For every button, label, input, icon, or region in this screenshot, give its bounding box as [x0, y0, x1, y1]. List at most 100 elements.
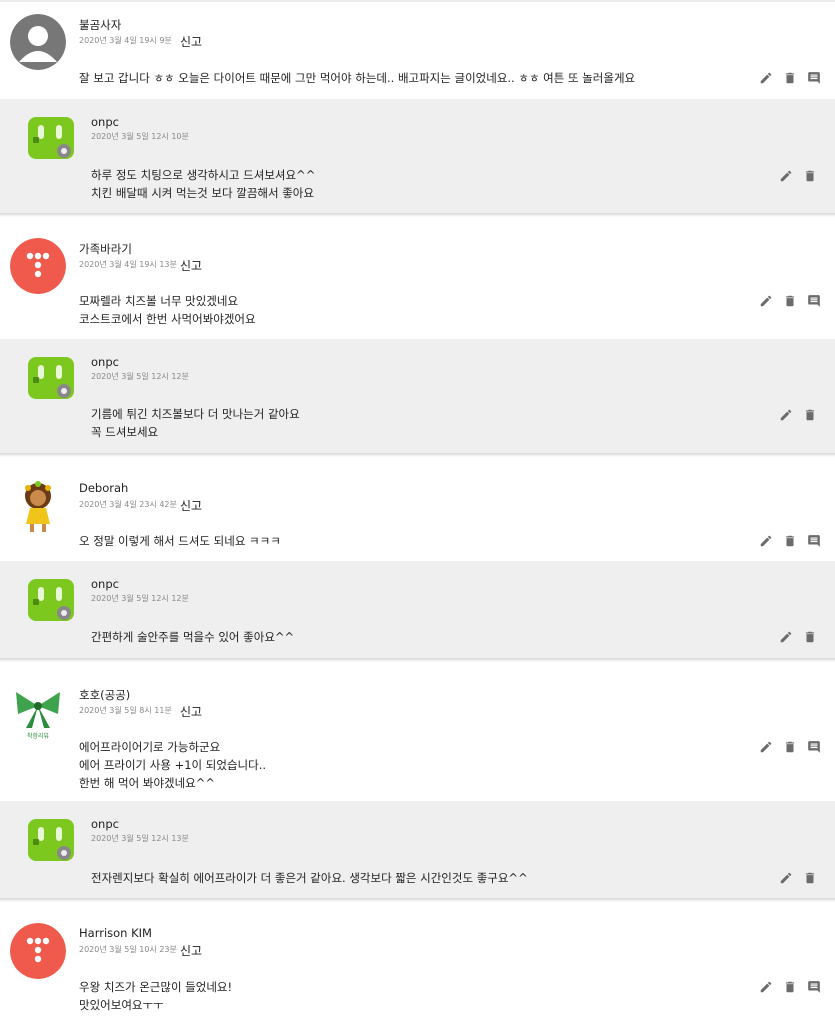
- trash-icon[interactable]: [801, 869, 819, 887]
- reply-body: 기름에 튀긴 치즈볼보다 더 맛나는거 같아요 꼭 드셔보세요: [91, 405, 300, 441]
- green-ribbon-avatar-icon: 착함리뷰: [10, 684, 66, 740]
- trash-icon[interactable]: [781, 978, 799, 996]
- comment-line: 코스트코에서 한번 사먹어봐야겠어요: [79, 312, 256, 326]
- comment-icon[interactable]: [805, 738, 823, 756]
- reply-author[interactable]: onpc: [91, 355, 119, 369]
- comment-icon[interactable]: [805, 69, 823, 87]
- avatar[interactable]: [24, 351, 78, 405]
- reply-line: 기름에 튀긴 치즈볼보다 더 맛나는거 같아요: [91, 407, 300, 421]
- trash-icon[interactable]: [781, 532, 799, 550]
- comment-line: 에어프라이어기로 가능하군요: [79, 740, 221, 754]
- trash-icon[interactable]: [781, 69, 799, 87]
- comment-line: 에어 프라이기 사용 +1이 되었습니다..: [79, 758, 267, 772]
- reply-body: 간편하게 술안주를 먹을수 있어 좋아요^^: [91, 628, 294, 646]
- comment-item: 가족바라기 2020년 3월 4일 19시 13분 신고 모짜렐라 치즈볼 너무…: [0, 226, 835, 339]
- comment-icon[interactable]: [805, 532, 823, 550]
- comment-date: 2020년 3월 4일 23시 42분: [79, 500, 177, 509]
- reply-line: 간편하게 술안주를 먹을수 있어 좋아요^^: [91, 630, 295, 644]
- reply-author[interactable]: onpc: [91, 817, 119, 831]
- report-button[interactable]: 신고: [180, 942, 202, 959]
- reply-actions: [777, 167, 819, 185]
- comment-line: 오 정말 이렇게 해서 드셔도 되네요 ㅋㅋㅋ: [79, 534, 281, 548]
- reply-date: 2020년 3월 5일 12시 12분: [91, 594, 189, 603]
- trash-icon[interactable]: [801, 406, 819, 424]
- reply-date: 2020년 3월 5일 12시 12분: [91, 372, 189, 381]
- robot-avatar-icon: [28, 819, 74, 861]
- avatar[interactable]: [10, 14, 66, 70]
- comment-body: 오 정말 이렇게 해서 드셔도 되네요 ㅋㅋㅋ: [79, 532, 281, 550]
- pencil-icon[interactable]: [757, 69, 775, 87]
- reply-item: onpc 2020년 3월 5일 12시 12분 간편하게 술안주를 먹을수 있…: [0, 561, 835, 658]
- avatar[interactable]: [24, 573, 78, 627]
- comment-author[interactable]: Harrison KIM: [79, 926, 152, 940]
- reply-item: onpc 2020년 3월 5일 12시 12분 기름에 튀긴 치즈볼보다 더 …: [0, 339, 835, 453]
- pencil-icon[interactable]: [757, 532, 775, 550]
- avatar-caption: 착함리뷰: [27, 732, 50, 740]
- red-dots-avatar-icon: [10, 923, 66, 979]
- comment-date: 2020년 3월 5일 8시 11분: [79, 706, 172, 715]
- comment-date: 2020년 3월 4일 19시 13분: [79, 260, 177, 269]
- reply-date: 2020년 3월 5일 12시 10분: [91, 132, 189, 141]
- comment-actions: [757, 69, 823, 87]
- comment-actions: [757, 532, 823, 550]
- comment-item: 불곰사자 2020년 3월 4일 19시 9분 신고 잘 보고 갑니다 ㅎㅎ 오…: [0, 2, 835, 99]
- pencil-icon[interactable]: [777, 406, 795, 424]
- comment-item: Deborah 2020년 3월 4일 23시 42분 신고 오 정말 이렇게 …: [0, 466, 835, 561]
- comment-line: 잘 보고 갑니다 ㅎㅎ 오늘은 다이어트 때문에 그만 먹어야 하는데.. 배고…: [79, 71, 636, 85]
- comment-line: 우왕 치즈가 온근많이 들었네요!: [79, 980, 233, 994]
- comment-author[interactable]: 불곰사자: [79, 17, 121, 33]
- pencil-icon[interactable]: [777, 869, 795, 887]
- reply-body: 전자렌지보다 확실히 에어프라이가 더 좋은거 같아요. 생각보다 짧은 시간인…: [91, 869, 528, 887]
- avatar[interactable]: [24, 111, 78, 165]
- reply-line: 하루 정도 치팅으로 생각하시고 드셔보셔요^^: [91, 168, 316, 182]
- reply-actions: [777, 628, 819, 646]
- reply-body: 하루 정도 치팅으로 생각하시고 드셔보셔요^^ 치킨 배달때 시켜 먹는것 보…: [91, 166, 315, 202]
- pencil-icon[interactable]: [757, 978, 775, 996]
- comment-date: 2020년 3월 4일 19시 9분: [79, 36, 172, 45]
- trash-icon[interactable]: [781, 738, 799, 756]
- comment-item: Harrison KIM 2020년 3월 5일 10시 23분 신고 우왕 치…: [0, 911, 835, 1024]
- trash-icon[interactable]: [801, 167, 819, 185]
- comment-body: 에어프라이어기로 가능하군요 에어 프라이기 사용 +1이 되었습니다.. 한번…: [79, 738, 266, 792]
- reply-actions: [777, 869, 819, 887]
- robot-avatar-icon: [28, 357, 74, 399]
- reply-line: 치킨 배달때 시켜 먹는것 보다 깔끔해서 좋아요: [91, 186, 314, 200]
- red-dots-avatar-icon: [10, 238, 66, 294]
- comment-actions: [757, 978, 823, 996]
- comment-author[interactable]: 가족바라기: [79, 241, 132, 257]
- avatar[interactable]: [10, 238, 66, 294]
- comment-actions: [757, 292, 823, 310]
- report-button[interactable]: 신고: [180, 497, 202, 514]
- report-button[interactable]: 신고: [180, 33, 202, 50]
- pencil-icon[interactable]: [757, 738, 775, 756]
- reply-line: 전자렌지보다 확실히 에어프라이가 더 좋은거 같아요. 생각보다 짧은 시간인…: [91, 871, 528, 885]
- divider: [0, 898, 835, 902]
- comment-icon[interactable]: [805, 292, 823, 310]
- avatar[interactable]: [10, 478, 66, 534]
- pencil-icon[interactable]: [777, 167, 795, 185]
- comment-body: 우왕 치즈가 온근많이 들었네요! 맛있어보여요ㅜㅜ: [79, 978, 232, 1014]
- robot-avatar-icon: [28, 579, 74, 621]
- reply-item: onpc 2020년 3월 5일 12시 13분 전자렌지보다 확실히 에어프라…: [0, 801, 835, 898]
- reply-date: 2020년 3월 5일 12시 13분: [91, 834, 189, 843]
- default-person-icon: [10, 14, 66, 70]
- avatar[interactable]: [24, 813, 78, 867]
- avatar[interactable]: [10, 923, 66, 979]
- divider: [0, 453, 835, 457]
- comment-author[interactable]: Deborah: [79, 481, 128, 495]
- pencil-icon[interactable]: [757, 292, 775, 310]
- comment-icon[interactable]: [805, 978, 823, 996]
- trash-icon[interactable]: [781, 292, 799, 310]
- comment-body: 잘 보고 갑니다 ㅎㅎ 오늘은 다이어트 때문에 그만 먹어야 하는데.. 배고…: [79, 69, 635, 87]
- comment-author[interactable]: 호호(공공): [79, 687, 130, 703]
- reply-author[interactable]: onpc: [91, 115, 119, 129]
- divider: [0, 658, 835, 662]
- comment-actions: [757, 738, 823, 756]
- comment-date: 2020년 3월 5일 10시 23분: [79, 945, 177, 954]
- pencil-icon[interactable]: [777, 628, 795, 646]
- reply-author[interactable]: onpc: [91, 577, 119, 591]
- avatar[interactable]: 착함리뷰: [10, 684, 66, 740]
- report-button[interactable]: 신고: [180, 257, 202, 274]
- trash-icon[interactable]: [801, 628, 819, 646]
- report-button[interactable]: 신고: [180, 703, 202, 720]
